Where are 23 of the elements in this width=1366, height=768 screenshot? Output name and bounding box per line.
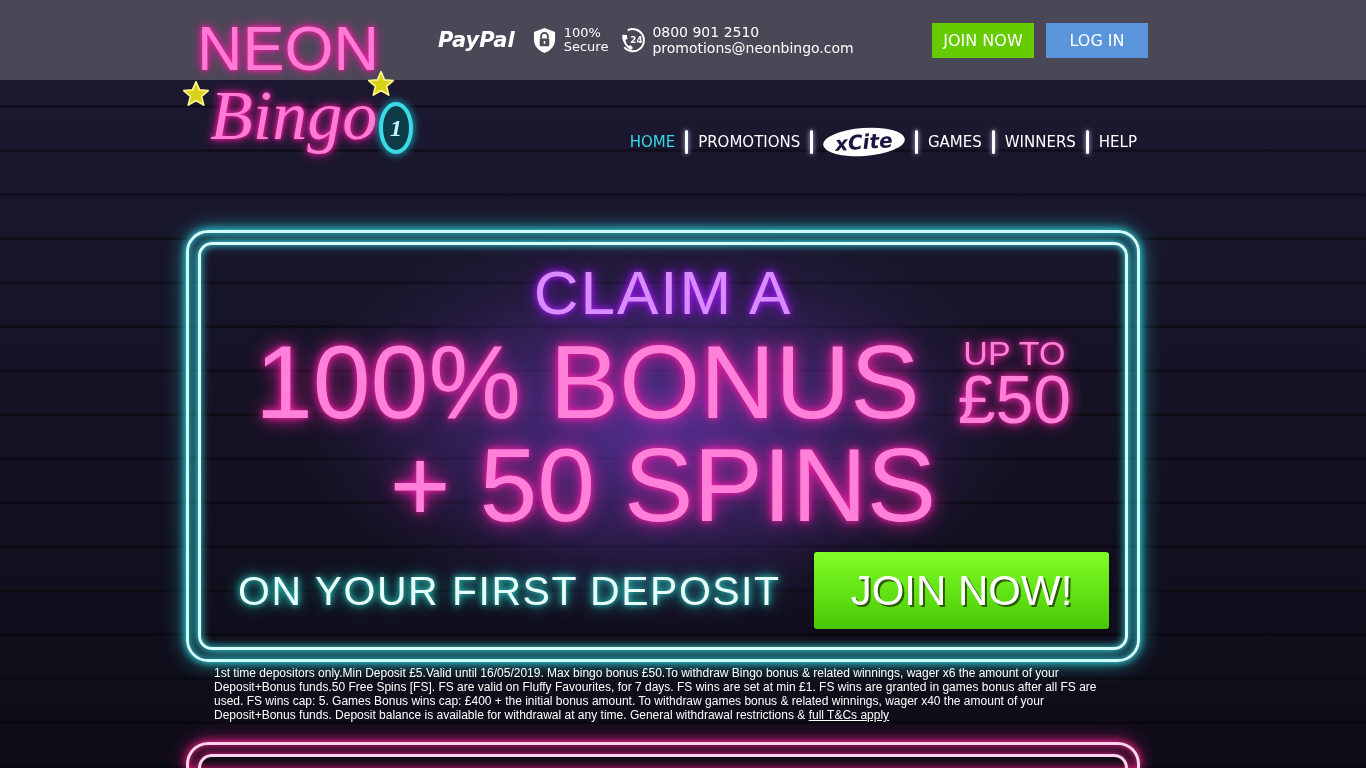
nav-link[interactable]: GAMES: [927, 133, 982, 151]
nav-link[interactable]: WINNERS: [1004, 133, 1076, 151]
paypal-wordmark: PayPal: [438, 28, 515, 52]
logo-wordmark: NEON: [197, 16, 380, 80]
logo-link[interactable]: xCite: [822, 125, 906, 159]
headline: 100% BONUS: [254, 332, 920, 432]
bingo-ball: 1: [379, 102, 413, 154]
headline: + 50 SPINS: [389, 435, 937, 535]
headline: CLAIM A: [533, 263, 793, 323]
bonus-cap-amount: £50: [957, 370, 1072, 428]
logo-script: Bingo: [210, 80, 378, 152]
padlock-shield-icon: [532, 26, 556, 54]
bonus-cap-label: UP TO: [963, 336, 1066, 370]
terms-text: 1st time depositors only.Min Deposit £5.Valid until 16/05/2019. Max bingo bonus £50.To withdraw Bingo bonus & related winnings, wager x6 the amount of your Deposit+Bonus funds.50 Free Spins [FS]. FS are valid on Fluffy Favourites, for 7 days. FS wins are set at min £1. FS wins are granted in games bonus after all FS are used. FS wins cap: 5. Games Bonus wins cap: £400 + the initial bonus amount. To withdraw games bonus & related winnings, wager x40 the amount of your Deposit+Bonus funds. Deposit balance is available for withdrawal at any time. General withdrawal restrictions & full T&Cs apply: [214, 666, 1098, 722]
nav-link[interactable]: HELP: [1098, 133, 1137, 151]
security-label: 100% Secure: [563, 26, 609, 54]
nav-link[interactable]: PROMOTIONS: [698, 133, 801, 151]
phone-number: 0800 901 2510: [652, 24, 761, 40]
star-icon: [182, 80, 210, 108]
nav-link[interactable]: HOME: [629, 133, 676, 151]
email-address: promotions@neonbingo.com: [652, 40, 854, 56]
terms-link[interactable]: full T&Cs apply: [808, 708, 890, 722]
subheadline: ON YOUR FIRST DEPOSIT: [238, 566, 781, 616]
